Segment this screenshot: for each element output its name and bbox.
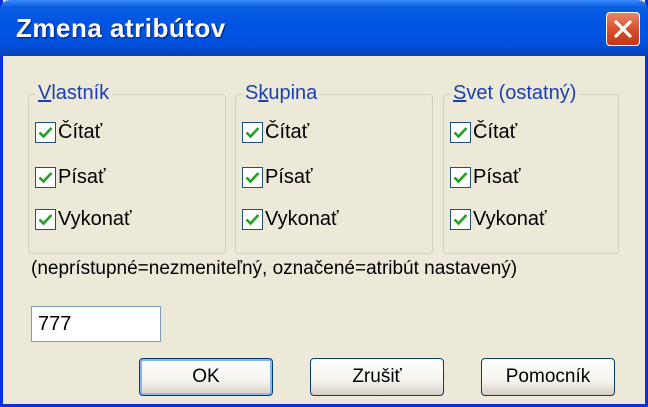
others-execute-label: Vykonať <box>473 207 547 230</box>
group-read-checkbox[interactable] <box>242 121 263 143</box>
owner-read-label: Čítať <box>58 120 103 143</box>
hint-text: (neprístupné=nezmeniteľný, označené=atri… <box>31 258 518 279</box>
group-read-label: Čítať <box>265 120 310 143</box>
owner-read-checkbox[interactable] <box>35 121 56 143</box>
owner-group-label: Vlastník <box>35 82 113 105</box>
group-write-checkbox[interactable] <box>242 166 263 188</box>
close-icon <box>614 20 632 38</box>
others-write-label: Písať <box>473 165 521 188</box>
owner-execute-label: Vykonať <box>58 207 132 230</box>
mode-value-input[interactable] <box>31 306 161 342</box>
others-group: Svet (ostatný) Čítať Písať Vykonať <box>443 82 619 254</box>
check-icon <box>38 126 53 138</box>
title-bar[interactable]: Zmena atribútov <box>0 0 648 56</box>
check-icon <box>38 171 53 183</box>
others-group-label: Svet (ostatný) <box>450 82 580 105</box>
group-group: Skupina Čítať Písať Vykonať <box>235 82 433 254</box>
owner-read-option[interactable]: Čítať <box>35 119 102 145</box>
owner-execute-checkbox[interactable] <box>35 208 56 230</box>
others-execute-checkbox[interactable] <box>450 208 471 230</box>
check-icon <box>453 171 468 183</box>
check-icon <box>453 213 468 225</box>
owner-write-checkbox[interactable] <box>35 166 56 188</box>
group-execute-label: Vykonať <box>265 207 339 230</box>
dialog-title: Zmena atribútov <box>16 13 226 43</box>
group-write-option[interactable]: Písať <box>242 164 313 190</box>
owner-write-label: Písať <box>58 165 106 188</box>
owner-execute-option[interactable]: Vykonať <box>35 206 131 232</box>
help-button[interactable]: Pomocník <box>481 358 615 396</box>
cancel-button[interactable]: Zrušiť <box>310 358 444 396</box>
ok-button[interactable]: OK <box>139 358 273 396</box>
group-group-label: Skupina <box>242 82 321 105</box>
others-execute-option[interactable]: Vykonať <box>450 206 546 232</box>
group-execute-option[interactable]: Vykonať <box>242 206 338 232</box>
group-execute-checkbox[interactable] <box>242 208 263 230</box>
close-button[interactable] <box>606 12 640 46</box>
check-icon <box>453 126 468 138</box>
check-icon <box>38 213 53 225</box>
owner-write-option[interactable]: Písať <box>35 164 106 190</box>
group-write-label: Písať <box>265 165 313 188</box>
check-icon <box>245 126 260 138</box>
others-read-label: Čítať <box>473 120 518 143</box>
check-icon <box>245 171 260 183</box>
others-read-option[interactable]: Čítať <box>450 119 517 145</box>
group-read-option[interactable]: Čítať <box>242 119 309 145</box>
others-write-checkbox[interactable] <box>450 166 471 188</box>
others-write-option[interactable]: Písať <box>450 164 521 190</box>
owner-group: Vlastník Čítať Písať Vykonať <box>28 82 226 254</box>
attributes-dialog: Zmena atribútov Vlastník Čítať Písať Vyk… <box>0 0 648 407</box>
others-read-checkbox[interactable] <box>450 121 471 143</box>
check-icon <box>245 213 260 225</box>
